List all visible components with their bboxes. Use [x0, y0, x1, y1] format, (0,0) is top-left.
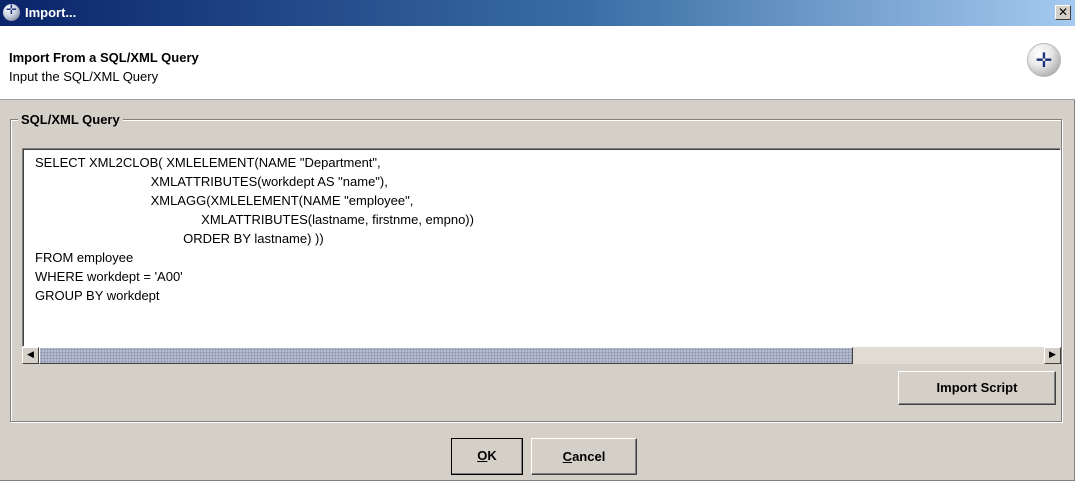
scroll-thumb[interactable] — [39, 347, 853, 364]
cancel-button[interactable]: Cancel — [531, 438, 637, 475]
arrow-left-icon[interactable]: ◀ — [22, 347, 39, 364]
import-dialog: ✛ Import... ✕ Import From a SQL/XML Quer… — [0, 0, 1075, 481]
header-subtitle: Input the SQL/XML Query — [9, 69, 159, 84]
cancel-label-rest: ancel — [572, 449, 606, 464]
title-bar[interactable]: ✛ Import... ✕ — [0, 0, 1075, 26]
horizontal-scrollbar[interactable]: ◀ ▶ — [22, 347, 1061, 364]
import-script-button[interactable]: Import Script — [898, 371, 1056, 405]
query-text: SELECT XML2CLOB( XMLELEMENT(NAME "Depart… — [35, 155, 474, 303]
header-title: Import From a SQL/XML Query — [9, 50, 199, 65]
dialog-header: Import From a SQL/XML Query Input the SQ… — [0, 26, 1075, 100]
query-group-legend: SQL/XML Query — [18, 112, 123, 127]
close-icon[interactable]: ✕ — [1055, 5, 1071, 20]
ok-button[interactable]: OK — [451, 438, 523, 475]
app-logo-icon: ✛ — [3, 3, 20, 21]
scroll-track[interactable] — [39, 347, 1044, 364]
wizard-logo-icon: ✛ — [1027, 43, 1061, 77]
window-title: Import... — [25, 5, 77, 20]
ok-mnemonic: O — [477, 448, 488, 463]
cancel-mnemonic: C — [562, 449, 573, 464]
query-textarea[interactable]: SELECT XML2CLOB( XMLELEMENT(NAME "Depart… — [22, 148, 1061, 347]
arrow-right-icon[interactable]: ▶ — [1044, 347, 1061, 364]
ok-label-rest: K — [487, 448, 497, 463]
